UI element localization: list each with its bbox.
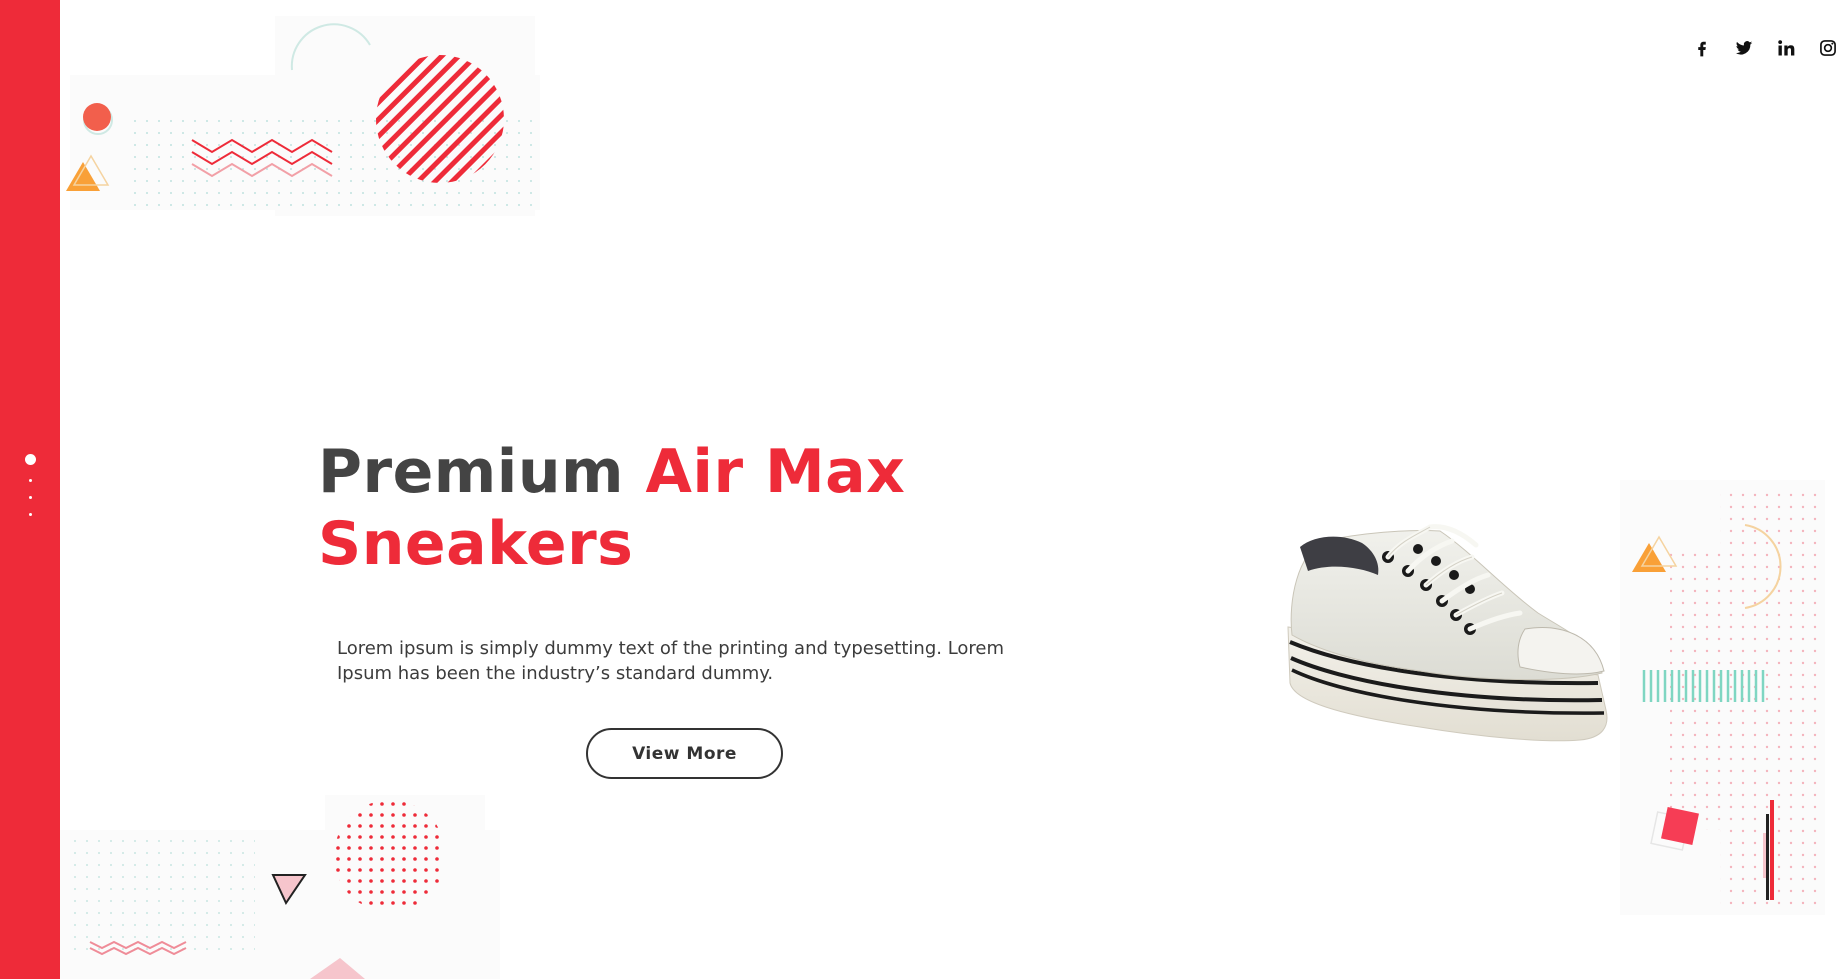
hero-description: Lorem ipsum is simply dummy text of the …: [337, 638, 1005, 684]
hero-title-part2: Air Max: [645, 437, 906, 507]
linkedin-icon[interactable]: [1774, 36, 1798, 60]
right-decoration: [1620, 480, 1825, 915]
slider-dot-3[interactable]: [28, 496, 32, 499]
twitter-icon[interactable]: [1732, 36, 1756, 60]
hero-title: Premium Air Max Sneakers: [318, 436, 905, 580]
slider-dot-1[interactable]: [24, 454, 36, 465]
slider-dot-4[interactable]: [28, 513, 32, 516]
top-left-decoration: [66, 16, 540, 216]
facebook-icon[interactable]: [1690, 36, 1714, 60]
view-more-button[interactable]: View More: [586, 728, 783, 779]
sidebar: [0, 0, 60, 979]
slider-dots: [24, 454, 36, 516]
hero-title-part3: Sneakers: [318, 509, 634, 579]
instagram-icon[interactable]: [1816, 36, 1840, 60]
bottom-left-decoration: [60, 795, 500, 979]
slider-dot-2[interactable]: [28, 479, 32, 482]
social-links: [1690, 36, 1840, 60]
hero-title-part1: Premium: [318, 437, 625, 507]
sneaker-image: [1287, 524, 1608, 742]
